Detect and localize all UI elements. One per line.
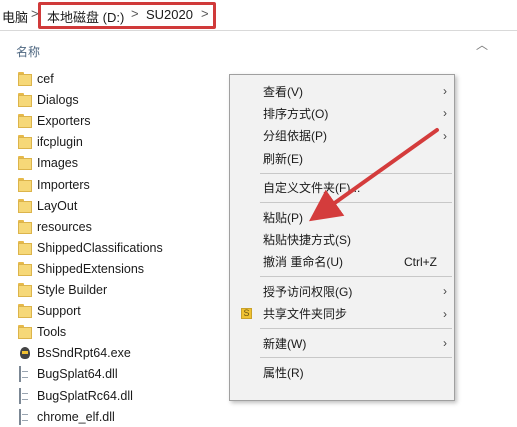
file-name: Dialogs (37, 93, 79, 108)
menu-item[interactable]: 查看(V) › (230, 80, 454, 102)
folder-icon (18, 114, 32, 128)
folder-icon (18, 304, 32, 318)
folder-icon (18, 241, 32, 255)
file-name: Images (37, 156, 78, 171)
file-list-item[interactable]: ShippedClassifications (18, 238, 228, 258)
menu-item[interactable]: 粘贴(P) (230, 206, 454, 228)
file-list-item[interactable]: ifcplugin (18, 132, 228, 152)
file-name: resources (37, 219, 92, 234)
file-name: Support (37, 304, 81, 319)
folder-icon (18, 325, 32, 339)
file-icon (18, 387, 32, 404)
menu-item[interactable]: S 共享文件夹同步 › (230, 303, 454, 325)
file-icon (18, 408, 32, 425)
folder-icon (18, 220, 32, 234)
file-list-item[interactable]: LayOut (18, 196, 228, 216)
menu-item-shortcut: Ctrl+Z (404, 254, 437, 269)
file-list-item[interactable]: Exporters (18, 111, 228, 131)
menu-item[interactable]: 粘贴快捷方式(S) (230, 228, 454, 250)
file-icon (18, 366, 32, 383)
menu-item-label: 授予访问权限(G) (263, 284, 353, 299)
folder-icon (18, 199, 32, 213)
menu-item-label: 粘贴快捷方式(S) (263, 232, 351, 247)
menu-item-label: 自定义文件夹(F)... (263, 181, 361, 196)
sync-folder-icon: S (241, 307, 252, 319)
file-list-item[interactable]: Tools (18, 322, 228, 342)
menu-separator (260, 357, 452, 359)
breadcrumb-computer[interactable]: 电脑 (2, 7, 28, 26)
file-name: BugSplat64.dll (37, 367, 118, 382)
context-menu: 查看(V) › 排序方式(O) › 分组依据(P) › 刷新(E) 自定义文件夹(F)... 粘… (229, 74, 455, 401)
file-list-item[interactable]: BsSndRpt64.exe (18, 343, 228, 363)
highlight-box (38, 2, 216, 29)
file-list-item[interactable]: ShippedExtensions (18, 259, 228, 279)
file-list-item[interactable]: BugSplat64.dll (18, 364, 228, 384)
chevron-right-icon: › (443, 306, 447, 321)
file-name: cef (37, 72, 54, 86)
chevron-right-icon: › (443, 84, 447, 98)
menu-item[interactable]: 属性(R) (230, 361, 454, 383)
file-list-item[interactable]: Style Builder (18, 280, 228, 300)
file-name: Tools (37, 325, 67, 340)
folder-icon (18, 72, 32, 86)
file-list-item[interactable]: Dialogs (18, 90, 228, 110)
menu-separator (260, 172, 452, 174)
file-name: chrome_elf.dll (37, 409, 115, 424)
file-name: BugSplatRc64.dll (37, 388, 133, 403)
folder-icon (18, 135, 32, 149)
file-name: ShippedClassifications (37, 240, 163, 255)
menu-item[interactable]: 排序方式(O) › (230, 102, 454, 124)
file-list-item[interactable]: cef (18, 69, 228, 89)
menu-separator (260, 202, 452, 203)
menu-item-label: 排序方式(O) (263, 106, 329, 121)
menu-item[interactable]: 授予访问权限(G) › (230, 280, 454, 302)
menu-item-label: 查看(V) (263, 84, 303, 99)
column-header-name[interactable]: 名称 (16, 43, 40, 60)
menu-item-label: 刷新(E) (263, 151, 303, 166)
menu-item[interactable]: 撤消 重命名(U) Ctrl+Z (230, 251, 454, 273)
chevron-right-icon: › (443, 284, 447, 299)
menu-item[interactable]: 刷新(E) (230, 147, 454, 169)
chevron-right-icon: › (443, 336, 447, 350)
file-name: Style Builder (37, 283, 108, 297)
file-list-item[interactable]: Support (18, 301, 228, 321)
file-name: ifcplugin (37, 135, 83, 150)
menu-item-label: 粘贴(P) (263, 210, 303, 225)
file-list-item[interactable]: resources (18, 217, 228, 237)
file-name: ShippedExtensions (37, 261, 145, 276)
file-name: Importers (37, 177, 90, 192)
folder-icon (18, 93, 32, 107)
chevron-up-icon[interactable]: ︿ (476, 36, 488, 53)
file-list-item[interactable]: Importers (18, 175, 228, 195)
menu-item-label: 属性(R) (263, 365, 304, 380)
menu-item-label: 撤消 重命名(U) (263, 255, 343, 270)
file-list-item[interactable]: Images (18, 153, 228, 173)
folder-icon (18, 178, 32, 192)
file-name: BsSndRpt64.exe (37, 346, 131, 361)
chevron-right-icon: › (443, 106, 447, 121)
menu-item-label: 新建(W) (263, 336, 307, 351)
folder-icon (18, 156, 32, 170)
exe-icon (18, 346, 32, 360)
menu-item-label: 分组依据(P) (263, 129, 327, 144)
menu-item-label: 共享文件夹同步 (263, 307, 348, 322)
menu-item[interactable]: 新建(W) › (230, 332, 454, 354)
chevron-right-icon: › (443, 128, 447, 143)
folder-icon (18, 283, 32, 297)
file-name: Exporters (37, 114, 91, 129)
address-bar[interactable]: 电脑 > 本地磁盘 (D:) > SU2020 > (0, 0, 517, 31)
menu-item[interactable]: 自定义文件夹(F)... (230, 177, 454, 199)
folder-icon (18, 262, 32, 276)
menu-separator (260, 328, 452, 329)
file-list-item[interactable]: BugSplatRc64.dll (18, 386, 228, 406)
file-name: LayOut (37, 198, 78, 213)
menu-separator (260, 276, 452, 278)
menu-item[interactable]: 分组依据(P) › (230, 125, 454, 147)
